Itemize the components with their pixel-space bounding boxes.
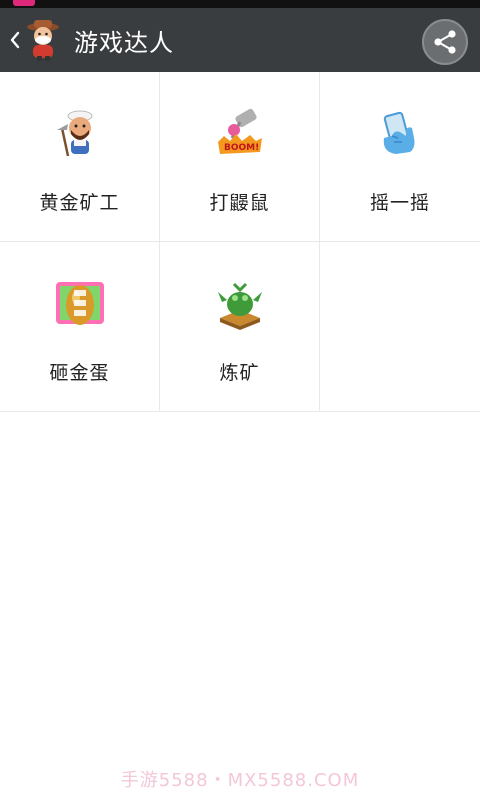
notification-icon [13,0,35,6]
page-title: 游戏达人 [74,28,174,57]
watermark: 手游5588・MX5588.COM [120,770,360,791]
chevron-left-icon[interactable] [8,8,22,72]
game-label: 打鼹鼠 [209,192,270,214]
gold-miner-icon [54,108,106,160]
cowboy-mascot-icon [24,18,62,62]
game-item-shake[interactable]: 摇一摇 [320,72,480,242]
game-item-smelting[interactable]: 炼矿 [160,242,320,412]
share-icon [434,30,456,54]
whack-a-mole-icon: BOOM! [214,108,266,160]
game-item-golden-egg[interactable]: 砸金蛋 [0,242,160,412]
smelting-cauldron-icon [214,278,266,330]
game-label: 摇一摇 [369,192,430,214]
golden-egg-icon [54,278,106,330]
status-bar [0,0,480,8]
svg-text:BOOM!: BOOM! [224,143,259,153]
game-item-gold-miner[interactable]: 黄金矿工 [0,72,160,242]
game-label: 砸金蛋 [49,362,110,384]
game-label: 炼矿 [219,362,260,384]
game-grid: 黄金矿工 BOOM! 打鼹鼠 摇一摇 砸金蛋 炼矿 [0,72,480,412]
empty-grid-cell [320,242,480,412]
shake-phone-icon [374,108,426,160]
game-label: 黄金矿工 [39,192,120,214]
game-item-whack-a-mole[interactable]: BOOM! 打鼹鼠 [160,72,320,242]
app-bar: 游戏达人 [0,8,480,72]
share-button[interactable] [422,19,468,65]
